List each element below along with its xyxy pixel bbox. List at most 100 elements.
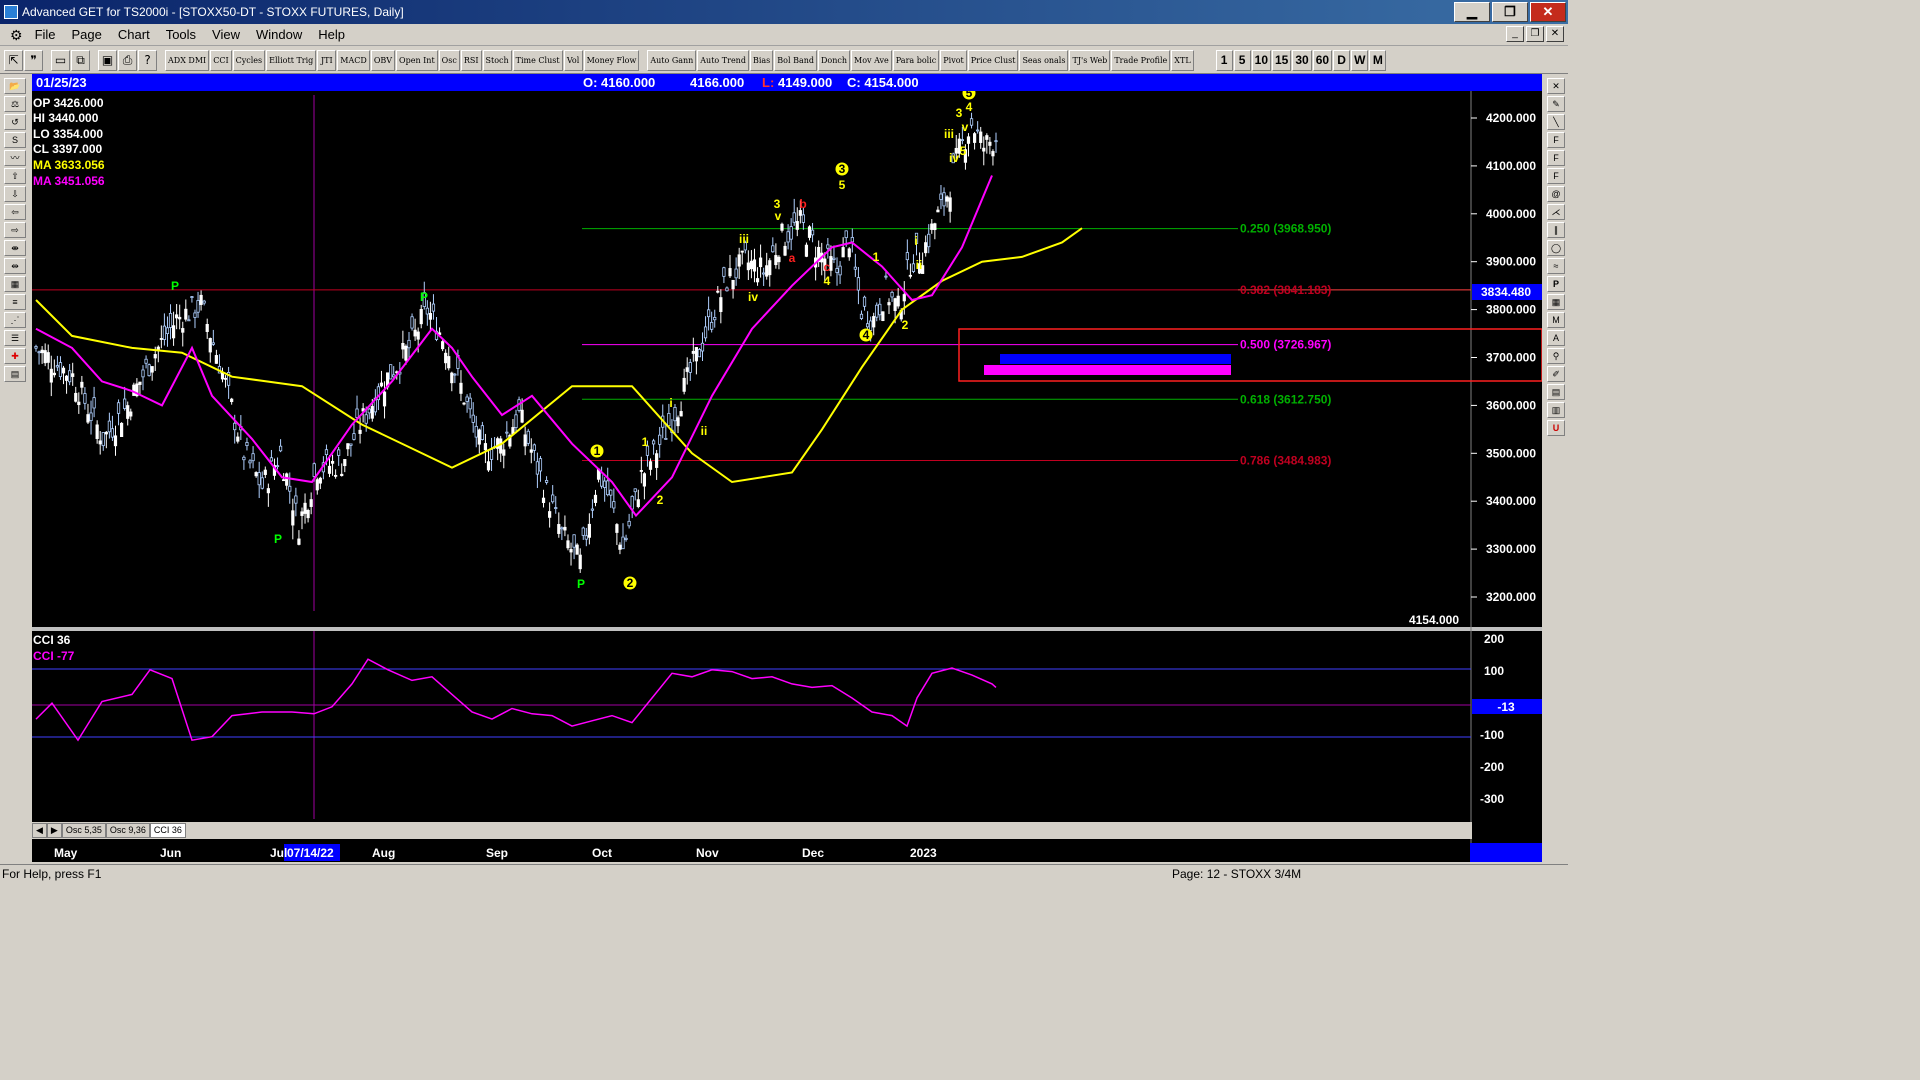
- period-10-button[interactable]: 10: [1251, 49, 1271, 71]
- minimize-button[interactable]: ▁: [1454, 2, 1490, 22]
- grid-tool-icon[interactable]: ▦: [1547, 294, 1565, 310]
- magnet-icon[interactable]: U: [1547, 420, 1565, 436]
- study-elliott-trig-button[interactable]: Elliott Trig: [266, 49, 317, 71]
- study-auto-gann-button[interactable]: Auto Gann: [647, 49, 697, 71]
- highlighter-icon[interactable]: ✐: [1547, 366, 1565, 382]
- fib-time-icon[interactable]: F: [1547, 168, 1565, 184]
- study-price-clust-button[interactable]: Price Clust: [967, 49, 1019, 71]
- time-axis[interactable]: May Jun Jul Aug Sep Oct Nov Dec 2023 07/14/22: [32, 843, 1542, 862]
- arrow-left-icon[interactable]: ⇦: [4, 204, 26, 220]
- zoom-icon[interactable]: ⚲: [1547, 348, 1565, 364]
- menu-window[interactable]: Window: [248, 24, 310, 46]
- pointer-icon[interactable]: ⇱: [4, 49, 23, 71]
- reset-icon[interactable]: ↺: [4, 114, 26, 130]
- fib-retrace-icon[interactable]: F: [1547, 132, 1565, 148]
- price-chart[interactable]: 0.250 (3968.950) 0.382 (3841.183) 0.500 (3…: [32, 91, 1542, 843]
- calculator-icon[interactable]: ▤: [4, 366, 26, 382]
- compress-icon[interactable]: ⇼: [4, 240, 26, 256]
- menu-chart[interactable]: Chart: [110, 24, 158, 46]
- arrow-down-icon[interactable]: ⇩: [4, 186, 26, 202]
- study-pivot-button[interactable]: Pivot: [940, 49, 967, 71]
- period-1-button[interactable]: 1: [1215, 49, 1233, 71]
- copy-icon[interactable]: ⧉: [71, 49, 90, 71]
- gann-icon[interactable]: ⋰: [4, 312, 26, 328]
- study-macd-button[interactable]: MACD: [337, 49, 370, 71]
- study-open-int-button[interactable]: Open Int: [396, 49, 438, 71]
- ellipse-icon[interactable]: ◯: [1547, 240, 1565, 256]
- study-donch-button[interactable]: Donch: [817, 49, 850, 71]
- menu-view[interactable]: View: [204, 24, 248, 46]
- study-icon[interactable]: S: [4, 132, 26, 148]
- mdi-restore-button[interactable]: ❐: [1526, 26, 1544, 42]
- period-d-button[interactable]: D: [1333, 49, 1351, 71]
- channel-icon[interactable]: ∥: [1547, 222, 1565, 238]
- arrow-right-icon[interactable]: ⇨: [4, 222, 26, 238]
- save-icon[interactable]: ▣: [98, 49, 117, 71]
- study-jti-button[interactable]: JTI: [317, 49, 337, 71]
- help-icon[interactable]: ?: [138, 49, 157, 71]
- line-tool-icon[interactable]: ╲: [1547, 114, 1565, 130]
- study-tj-s-web-button[interactable]: TJ's Web: [1069, 49, 1111, 71]
- study-stoch-button[interactable]: Stoch: [482, 49, 512, 71]
- period-30-button[interactable]: 30: [1292, 49, 1312, 71]
- lines-icon[interactable]: ≡: [4, 294, 26, 310]
- period-15-button[interactable]: 15: [1272, 49, 1292, 71]
- tab-scroll-left[interactable]: ◀: [32, 823, 47, 838]
- study-obv-button[interactable]: OBV: [370, 49, 396, 71]
- page-icon[interactable]: ▭: [51, 49, 70, 71]
- wave-icon[interactable]: ≈: [1547, 258, 1565, 274]
- close-button[interactable]: ✕: [1530, 2, 1566, 22]
- menu-page[interactable]: Page: [64, 24, 110, 46]
- study-rsi-button[interactable]: RSI: [460, 49, 482, 71]
- fan-icon[interactable]: ⋌: [1547, 204, 1565, 220]
- quote-icon[interactable]: ❞: [24, 49, 43, 71]
- arrow-up-icon[interactable]: ⇧: [4, 168, 26, 184]
- table-icon[interactable]: ▤: [1547, 384, 1565, 400]
- period-5-button[interactable]: 5: [1233, 49, 1251, 71]
- tab-scroll-right[interactable]: ▶: [46, 823, 62, 838]
- study-mov-ave-button[interactable]: Mov Ave: [851, 49, 892, 71]
- period-w-button[interactable]: W: [1351, 49, 1369, 71]
- fib-icon[interactable]: ☰: [4, 330, 26, 346]
- study-bias-button[interactable]: Bias: [749, 49, 774, 71]
- expand-icon[interactable]: ⇹: [4, 258, 26, 274]
- period-m-button[interactable]: M: [1369, 49, 1387, 71]
- elliott-icon[interactable]: 〰: [4, 150, 26, 166]
- mdi-minimize-button[interactable]: _: [1506, 26, 1524, 42]
- study-cycles-button[interactable]: Cycles: [232, 49, 266, 71]
- tab-osc-9-36[interactable]: Osc 9,36: [105, 823, 150, 838]
- study-time-clust-button[interactable]: Time Clust: [512, 49, 563, 71]
- menu-help[interactable]: Help: [310, 24, 353, 46]
- tab-osc-5-35[interactable]: Osc 5,35: [61, 823, 106, 838]
- menu-tools[interactable]: Tools: [158, 24, 204, 46]
- study-osc-button[interactable]: Osc: [438, 49, 460, 71]
- mob-icon[interactable]: M: [1547, 312, 1565, 328]
- pencil-icon[interactable]: ✎: [1547, 96, 1565, 112]
- study-vol-button[interactable]: Vol: [563, 49, 583, 71]
- study-auto-trend-button[interactable]: Auto Trend: [697, 49, 749, 71]
- study-trade-profile-button[interactable]: Trade Profile: [1111, 49, 1171, 71]
- study-xtl-button[interactable]: XTL: [1171, 49, 1194, 71]
- pti-icon[interactable]: P: [1547, 276, 1565, 292]
- maximize-button[interactable]: ❐: [1492, 2, 1528, 22]
- chart-area[interactable]: 0.250 (3968.950) 0.382 (3841.183) 0.500 (3…: [32, 91, 1542, 843]
- study-money-flow-button[interactable]: Money Flow: [583, 49, 640, 71]
- crosshair-icon[interactable]: ✚: [4, 348, 26, 364]
- ruler-icon[interactable]: ⚖: [4, 96, 26, 112]
- mdi-close-button[interactable]: ✕: [1546, 26, 1564, 42]
- study-bol-band-button[interactable]: Bol Band: [774, 49, 817, 71]
- tab-cci-36[interactable]: CCI 36: [149, 823, 186, 838]
- open-icon[interactable]: 📂: [4, 78, 26, 94]
- grid-icon[interactable]: ▦: [4, 276, 26, 292]
- sheet-icon[interactable]: ▥: [1547, 402, 1565, 418]
- study-para-bolic-button[interactable]: Para bolic: [892, 49, 940, 71]
- text-tool-icon[interactable]: A: [1547, 330, 1565, 346]
- spiral-icon[interactable]: @: [1547, 186, 1565, 202]
- menu-file[interactable]: File: [27, 24, 64, 46]
- print-icon[interactable]: ⎙: [118, 49, 137, 71]
- study-seas-onals-button[interactable]: Seas onals: [1019, 49, 1069, 71]
- study-adx-dmi-button[interactable]: ADX DMI: [165, 49, 210, 71]
- study-cci-button[interactable]: CCI: [210, 49, 232, 71]
- fib-extension-icon[interactable]: F: [1547, 150, 1565, 166]
- close-tool-icon[interactable]: ✕: [1547, 78, 1565, 94]
